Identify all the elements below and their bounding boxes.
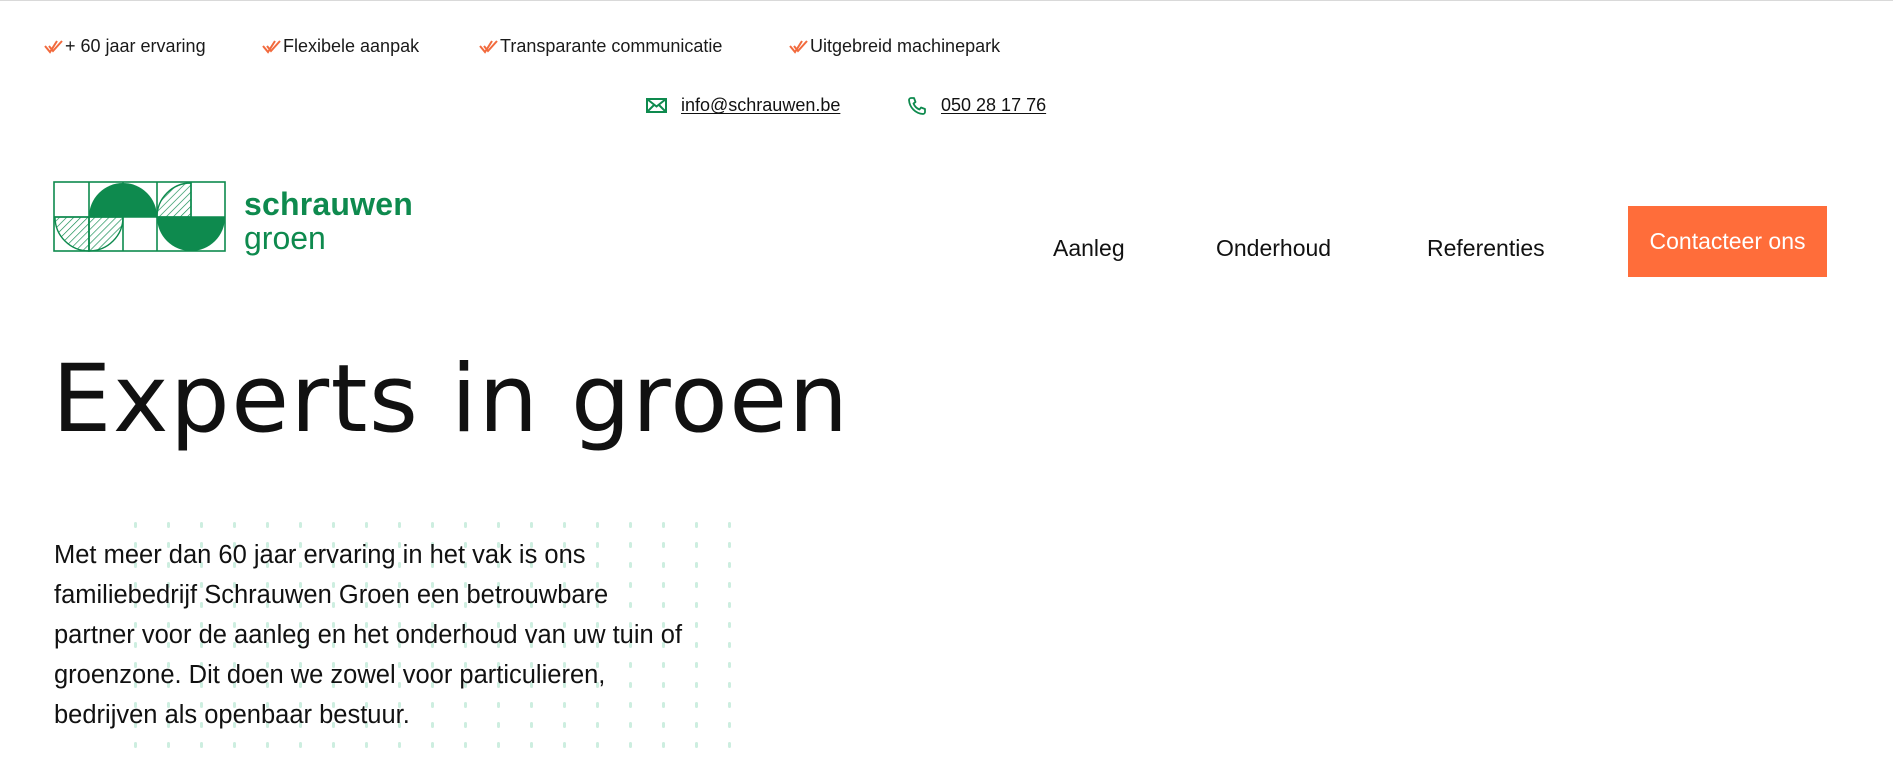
email-contact: info@schrauwen.be: [646, 95, 840, 116]
check-icon: [44, 40, 63, 54]
intro-line: partner voor de aanleg en het onderhoud …: [54, 621, 683, 649]
intro-line: familiebedrijf Schrauwen Groen een betro…: [54, 581, 609, 609]
email-link[interactable]: info@schrauwen.be: [681, 95, 840, 116]
phone-contact: 050 28 17 76: [907, 95, 1046, 116]
nav-item-onderhoud[interactable]: Onderhoud: [1216, 235, 1331, 262]
usp-item: + 60 jaar ervaring: [44, 36, 206, 57]
page-title: Experts in groen: [52, 345, 850, 454]
logo[interactable]: schrauwen groen: [53, 181, 413, 254]
usp-item: Uitgebreid machinepark: [789, 36, 1000, 57]
hero-intro: Met meer dan 60 jaar ervaring in het vak…: [54, 535, 754, 735]
logo-line-1: schrauwen: [244, 186, 413, 222]
top-divider: [0, 0, 1893, 1]
phone-link[interactable]: 050 28 17 76: [941, 95, 1046, 116]
logo-wordmark: schrauwen groen: [244, 181, 413, 254]
check-icon: [479, 40, 498, 54]
logo-line-2: groen: [244, 220, 326, 256]
usp-label: Flexibele aanpak: [283, 36, 420, 56]
usp-label: Uitgebreid machinepark: [810, 36, 1001, 56]
intro-line: Met meer dan 60 jaar ervaring in het vak…: [54, 541, 586, 569]
intro-line: bedrijven als openbaar bestuur.: [54, 701, 410, 729]
check-icon: [789, 40, 808, 54]
check-icon: [262, 40, 281, 54]
logo-mark: [53, 181, 226, 252]
usp-item: Transparante communicatie: [479, 36, 722, 57]
contact-button[interactable]: Contacteer ons: [1628, 206, 1827, 277]
usp-label: Transparante communicatie: [500, 36, 723, 56]
nav-item-referenties[interactable]: Referenties: [1427, 235, 1545, 262]
nav-item-aanleg[interactable]: Aanleg: [1053, 235, 1125, 262]
usp-label: + 60 jaar ervaring: [65, 36, 206, 56]
intro-line: groenzone. Dit doen we zowel voor partic…: [54, 661, 606, 689]
phone-icon: [908, 96, 926, 115]
usp-bar: + 60 jaar ervaring Flexibele aanpak Tran…: [0, 36, 1893, 62]
usp-item: Flexibele aanpak: [262, 36, 419, 57]
mail-icon: [646, 98, 667, 113]
contact-bar: info@schrauwen.be 050 28 17 76: [0, 95, 1893, 121]
